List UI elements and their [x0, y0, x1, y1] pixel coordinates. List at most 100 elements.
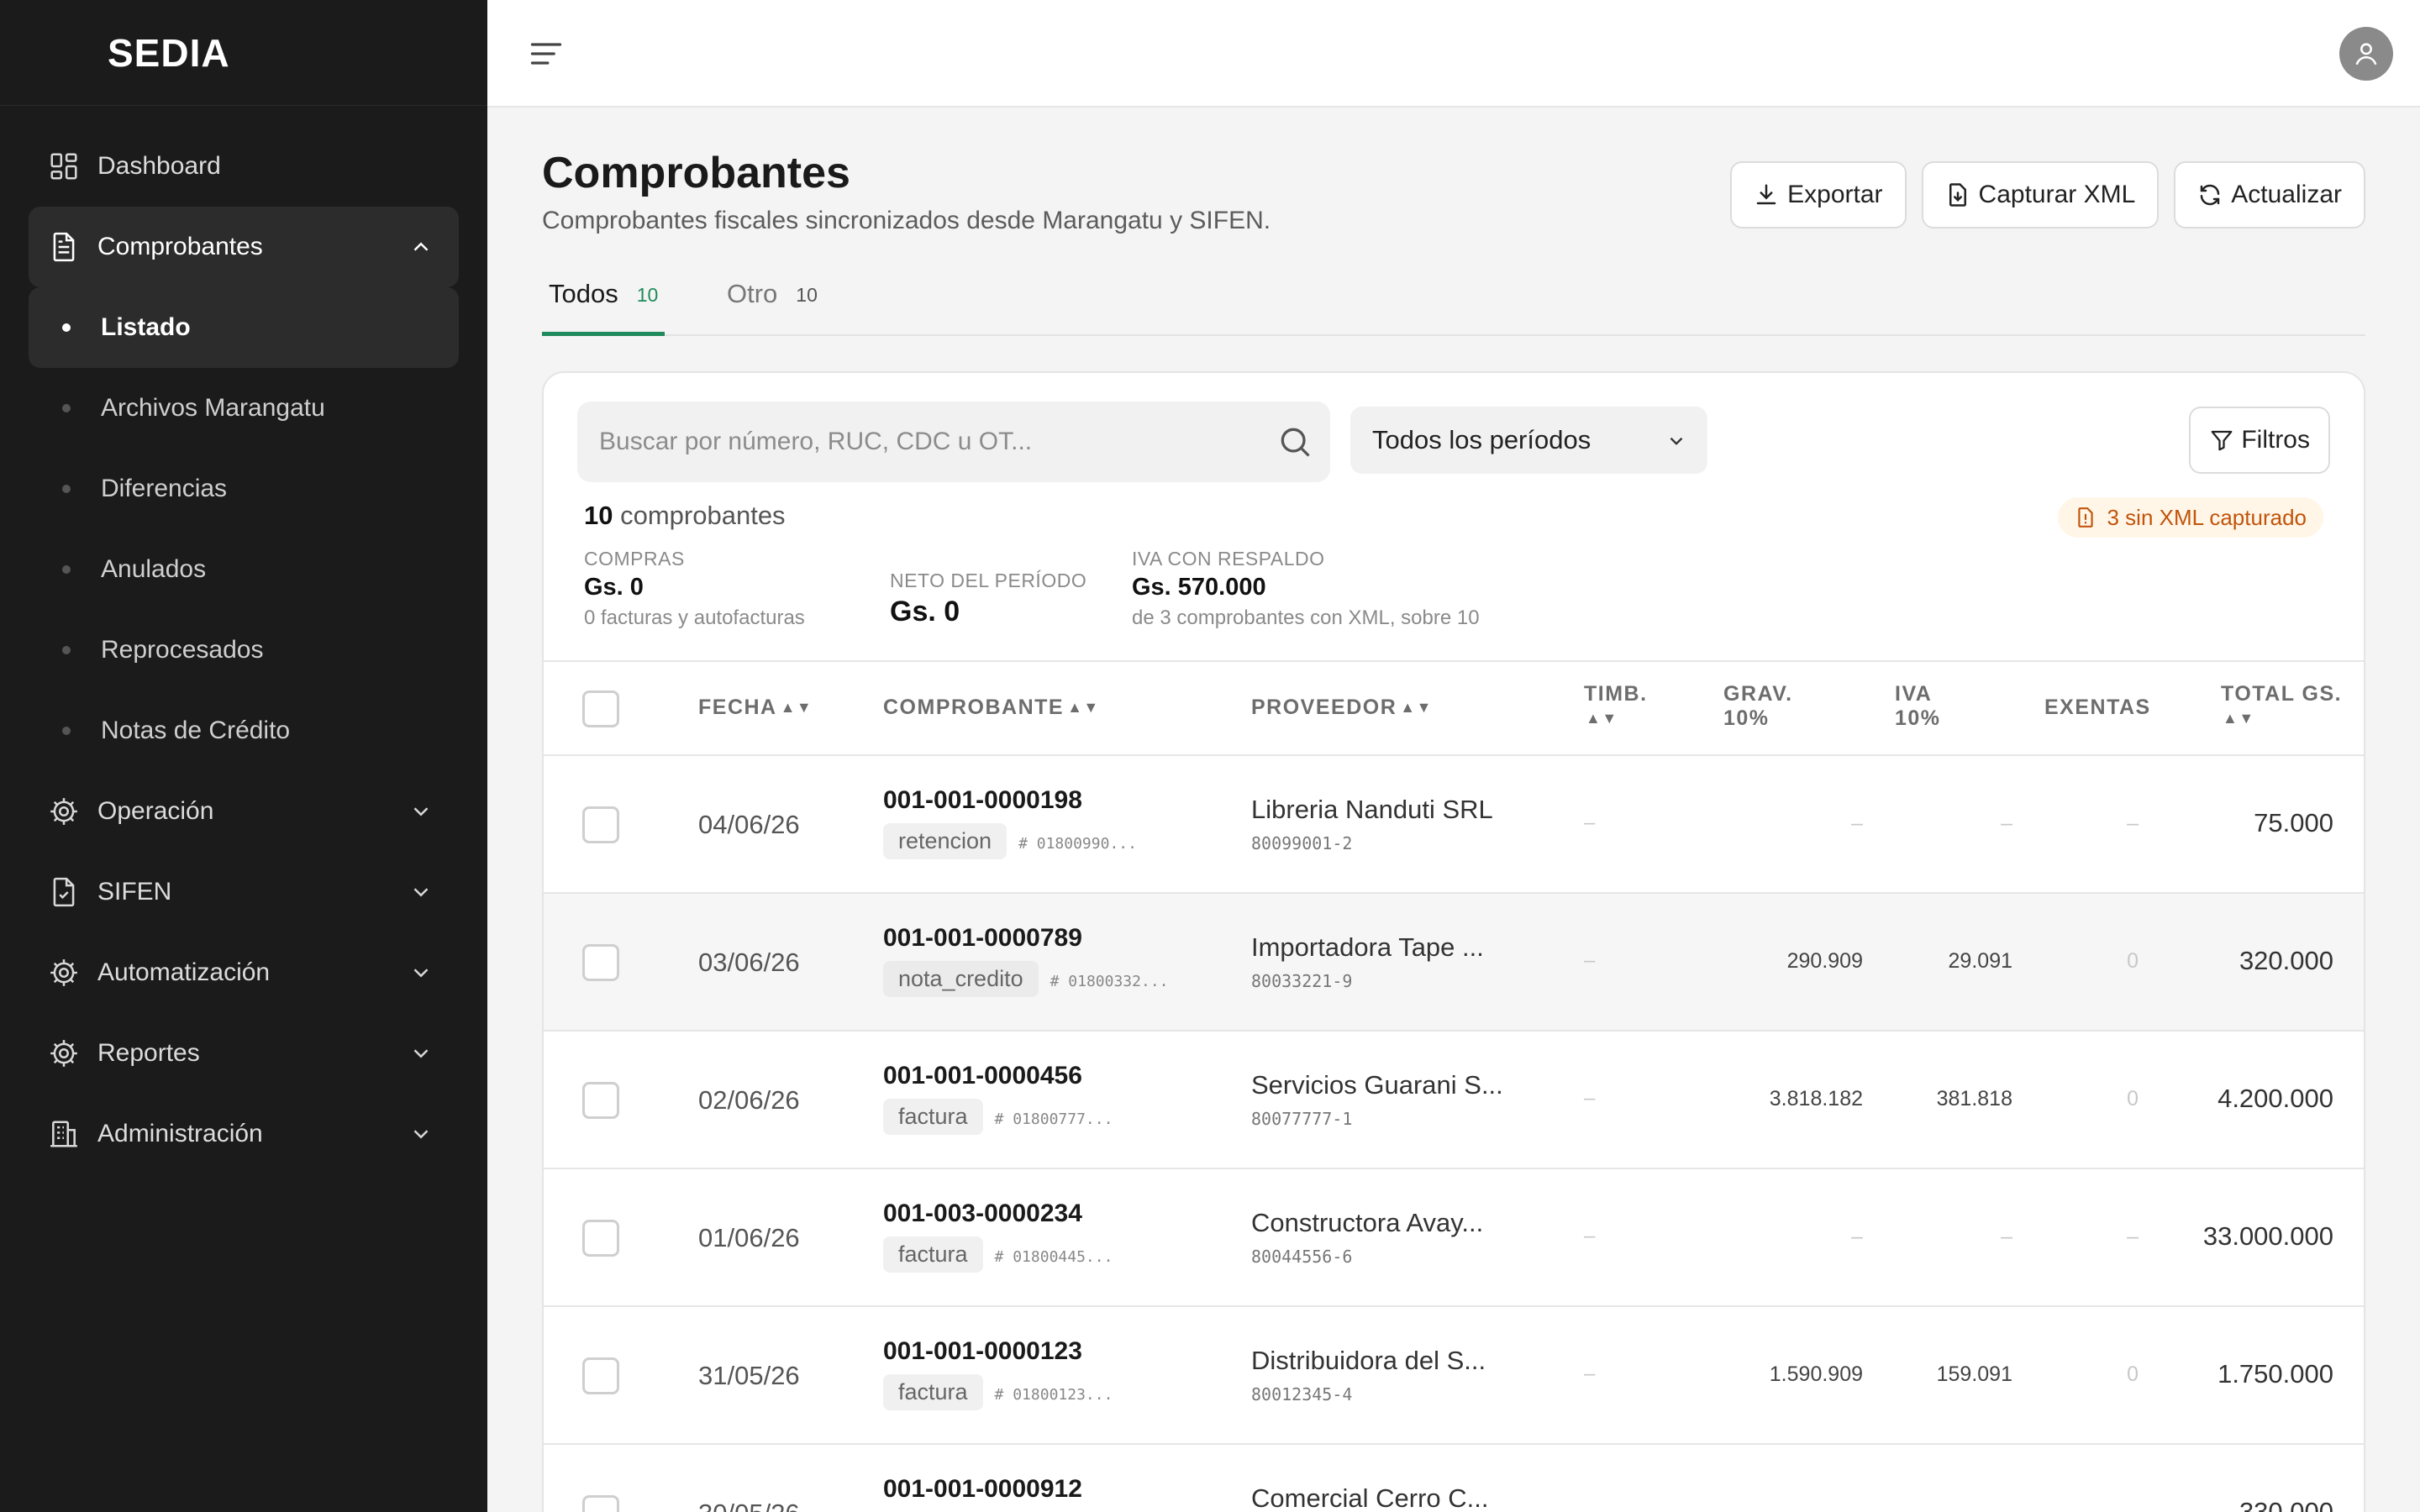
sidebar-item-dashboard[interactable]: Dashboard — [29, 126, 459, 207]
table-row[interactable]: 04/06/26 001-001-0000198 retencion # 0180… — [544, 756, 2364, 894]
row-checkbox[interactable] — [582, 1220, 619, 1257]
sidebar-item-reportes[interactable]: Reportes — [29, 1013, 459, 1094]
row-total: 33.000.000 — [2202, 1221, 2333, 1251]
tipo-badge: factura — [883, 1099, 983, 1135]
row-checkbox[interactable] — [582, 944, 619, 981]
row-date: 02/06/26 — [698, 1085, 800, 1115]
column-total[interactable]: TOTAL GS. ▲▼ — [2221, 682, 2342, 731]
sidebar-subitem-notas-de-credito[interactable]: Notas de Crédito — [29, 690, 459, 771]
sidebar-subitem-diferencias[interactable]: Diferencias — [29, 449, 459, 529]
row-grav: 290.909 — [1786, 949, 1863, 973]
export-button-label: Exportar — [1787, 181, 1883, 208]
row-grav: – — [1851, 1225, 1863, 1248]
sidebar-item-comprobantes[interactable]: Comprobantes — [29, 207, 459, 287]
sort-icon: ▲▼ — [780, 699, 813, 716]
row-proveedor: Importadora Tape ... 80033221-9 — [1251, 932, 1484, 991]
row-comprobante[interactable]: 001-001-0000456 factura # 01800777... — [883, 1062, 1113, 1135]
sidebar-subitem-listado[interactable]: Listado — [29, 287, 459, 368]
download-icon — [1756, 184, 1776, 205]
column-proveedor[interactable]: PROVEEDOR ▲▼ — [1251, 696, 1433, 720]
comprobante-number: 001-003-0000234 — [883, 1200, 1082, 1227]
column-comprobante[interactable]: COMPROBANTE ▲▼ — [883, 696, 1100, 720]
chevron-down-icon — [413, 807, 429, 816]
table-row[interactable]: 30/05/26 001-001-0000912 Comercial Cerro… — [544, 1445, 2364, 1512]
chevron-down-icon — [413, 1130, 429, 1139]
cdc-code: # 01800332... — [1050, 973, 1169, 990]
stat-note: de 3 comprobantes con XML, sobre 10 — [1132, 606, 1480, 629]
row-total: 75.000 — [2254, 808, 2333, 837]
stat-value: Gs. 0 — [890, 596, 960, 627]
sidebar-subitem-reprocesados[interactable]: Reprocesados — [29, 610, 459, 690]
table-row[interactable]: 02/06/26 001-001-0000456 factura # 018007… — [544, 1032, 2364, 1169]
sidebar-item-administracion[interactable]: Administración — [29, 1094, 459, 1174]
row-timb: – — [1584, 1225, 1596, 1247]
filters-button[interactable]: Filtros — [2189, 407, 2330, 474]
sidebar-item-label: Comprobantes — [97, 233, 263, 260]
row-grav: 3.818.182 — [1769, 1087, 1863, 1110]
proveedor-ruc: 80099001-2 — [1251, 833, 1353, 853]
column-fecha[interactable]: FECHA ▲▼ — [698, 696, 813, 720]
row-checkbox[interactable] — [582, 1495, 619, 1512]
row-date: 04/06/26 — [698, 810, 800, 839]
tab-count: 10 — [796, 284, 818, 306]
missing-xml-badge[interactable]: 3 sin XML capturado — [2058, 497, 2323, 538]
result-count-label: comprobantes — [620, 501, 786, 530]
select-all-checkbox[interactable] — [582, 690, 619, 727]
table-row[interactable]: 31/05/26 001-001-0000123 factura # 018001… — [544, 1307, 2364, 1445]
row-comprobante[interactable]: 001-001-0000198 retencion # 01800990... — [883, 786, 1137, 859]
row-exentas: – — [2127, 811, 2139, 835]
row-iva: 381.818 — [1936, 1087, 2012, 1110]
row-comprobante[interactable]: 001-001-0000912 — [883, 1475, 1082, 1504]
sidebar-subitem-label: Listado — [101, 313, 191, 341]
export-button[interactable]: Exportar — [1730, 161, 1907, 228]
refresh-button[interactable]: Actualizar — [2174, 161, 2365, 228]
row-checkbox[interactable] — [582, 1357, 619, 1394]
chevron-down-icon — [413, 969, 429, 978]
row-comprobante[interactable]: 001-001-0000123 factura # 01800123... — [883, 1337, 1113, 1410]
sidebar-subitem-archivos-marangatu[interactable]: Archivos Marangatu — [29, 368, 459, 449]
search-input[interactable]: Buscar por número, RUC, CDC u OT... — [577, 402, 1330, 482]
row-iva: 29.091 — [1948, 949, 2012, 973]
table-row[interactable]: 03/06/26 001-001-0000789 nota_credito # 0… — [544, 894, 2364, 1032]
table-row[interactable]: 01/06/26 001-003-0000234 factura # 018004… — [544, 1169, 2364, 1307]
sidebar-item-label: Automatización — [97, 958, 271, 986]
bullet-icon — [62, 323, 71, 332]
comprobante-number: 001-001-0000456 — [883, 1062, 1082, 1089]
row-checkbox[interactable] — [582, 1082, 619, 1119]
cdc-code: # 01800445... — [994, 1248, 1113, 1266]
gear-icon — [47, 1037, 81, 1070]
row-proveedor: Constructora Avay... 80044556-6 — [1251, 1208, 1483, 1267]
sidebar-item-operacion[interactable]: Operación — [29, 771, 459, 852]
menu-icon[interactable] — [528, 35, 565, 72]
tab-todos[interactable]: Todos 10 — [542, 272, 666, 336]
avatar[interactable] — [2339, 27, 2393, 81]
proveedor-ruc: 80012345-4 — [1251, 1384, 1353, 1404]
stat-neto: NETO DEL PERÍODO Gs. 0 — [890, 570, 1086, 628]
column-timb[interactable]: TIMB. ▲▼ — [1584, 682, 1648, 731]
stat-iva: IVA CON RESPALDO Gs. 570.000 de 3 compro… — [1132, 548, 1480, 630]
file-check-icon — [47, 875, 81, 909]
tabs: Todos 10 Otro 10 — [542, 272, 2365, 336]
row-total: 320.000 — [2238, 946, 2333, 975]
column-label: 10% — [1723, 706, 1770, 730]
sidebar-item-automatizacion[interactable]: Automatización — [29, 932, 459, 1013]
alert-file-icon — [2078, 507, 2094, 528]
period-select[interactable]: Todos los períodos — [1350, 407, 1707, 474]
row-checkbox[interactable] — [582, 806, 619, 843]
row-timb: – — [1584, 1087, 1596, 1110]
bullet-icon — [62, 565, 71, 574]
capture-xml-button[interactable]: Capturar XML — [1921, 161, 2160, 228]
brand-logo[interactable]: SEDIA — [0, 0, 487, 106]
sidebar-subitem-label: Notas de Crédito — [101, 717, 291, 744]
row-comprobante[interactable]: 001-001-0000789 nota_credito # 01800332..… — [883, 924, 1169, 997]
tab-otro[interactable]: Otro 10 — [720, 272, 824, 336]
row-comprobante[interactable]: 001-003-0000234 factura # 01800445... — [883, 1200, 1113, 1273]
comprobante-number: 001-001-0000789 — [883, 924, 1082, 952]
proveedor-ruc: 80033221-9 — [1251, 971, 1353, 991]
sidebar-item-sifen[interactable]: SIFEN — [29, 852, 459, 932]
row-timb: – — [1584, 811, 1596, 834]
comprobante-number: 001-001-0000198 — [883, 786, 1082, 814]
sidebar-subitem-anulados[interactable]: Anulados — [29, 529, 459, 610]
column-exentas: EXENTAS — [2044, 696, 2151, 720]
tab-label: Otro — [727, 279, 778, 308]
